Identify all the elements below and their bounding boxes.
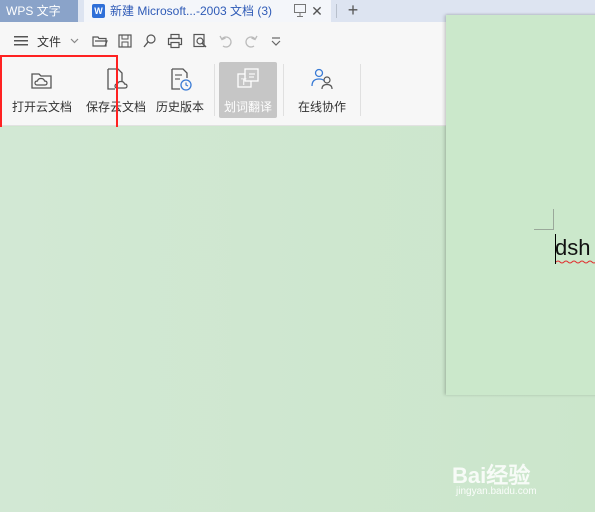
save-cloud-label: 保存云文档 [85,100,146,114]
file-menu-button[interactable]: 文件 [37,33,61,50]
document-page[interactable] [446,15,595,395]
menu-icon[interactable] [14,36,30,46]
spellcheck-underline [556,260,595,264]
tab-wps-writer[interactable]: WPS 文字 [0,0,78,22]
open-cloud-icon [31,73,52,89]
collab-label: 在线协作 [297,100,346,114]
ribbon-divider [283,64,284,116]
monitor-icon[interactable] [294,4,306,17]
format-painter-icon[interactable] [142,33,158,49]
tab-document-label: 新建 Microsoft...-2003 文档 (3) [110,4,273,18]
open-cloud-document-button[interactable]: 打开云文档 [6,62,78,118]
document-text[interactable]: dsh [555,234,590,262]
history-icon [171,68,192,91]
print-icon[interactable] [167,33,183,49]
redo-icon[interactable] [243,33,259,49]
open-folder-icon[interactable] [92,33,108,49]
version-history-button[interactable]: 历史版本 [150,62,210,118]
translate-icon: T [237,68,259,88]
word-translate-button[interactable]: T 划词翻译 [219,62,277,118]
save-cloud-document-button[interactable]: 保存云文档 [80,62,152,118]
customize-dropdown-icon[interactable] [268,33,284,49]
save-cloud-icon [107,68,128,90]
ribbon-divider [360,64,361,116]
close-tab-icon[interactable]: ✕ [310,2,324,20]
svg-text:T: T [240,78,247,88]
baidu-jingyan-watermark: Bai经验 jingyan.baidu.com [452,458,592,508]
collaboration-icon [311,68,333,90]
translate-label: 划词翻译 [223,100,272,114]
word-doc-icon: W [92,4,105,18]
open-cloud-label: 打开云文档 [11,100,72,114]
print-preview-icon[interactable] [192,33,208,49]
page-margin-marker [534,229,554,230]
new-tab-icon[interactable]: + [342,0,364,22]
online-collaboration-button[interactable]: 在线协作 [291,62,353,118]
ribbon-divider [214,64,215,116]
save-icon[interactable] [117,33,133,49]
chevron-down-icon[interactable] [70,36,79,45]
history-label: 历史版本 [155,100,204,114]
page-margin-marker [553,209,554,229]
undo-icon[interactable] [218,33,234,49]
watermark-url: jingyan.baidu.com [456,486,537,497]
tab-divider [336,4,337,18]
